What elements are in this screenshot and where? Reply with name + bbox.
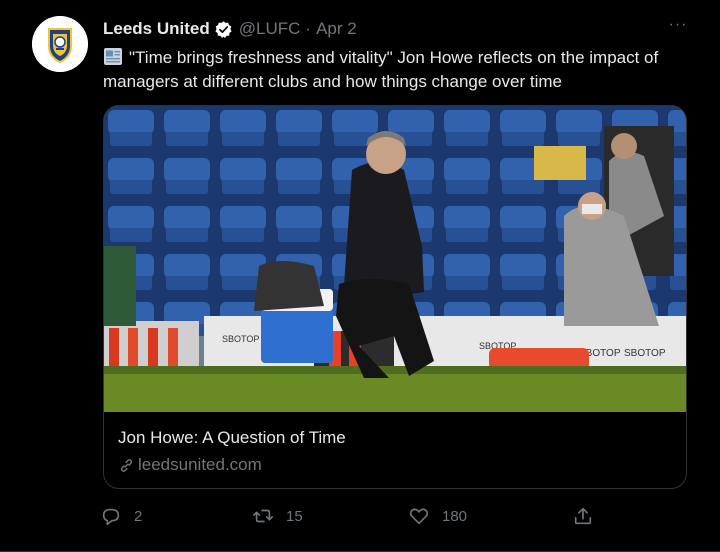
domain-text: leedsunited.com xyxy=(138,455,262,474)
card-image[interactable]: SBOTOP SBOTOP SBOTOP SBOTOP xyxy=(104,106,686,412)
retweet-icon xyxy=(253,509,273,523)
ad-banner: SBOTOP xyxy=(624,348,666,359)
avatar[interactable] xyxy=(32,16,88,72)
link-icon xyxy=(120,458,133,472)
card-domain[interactable]: leedsunited.com xyxy=(118,455,262,475)
timestamp[interactable]: Apr 2 xyxy=(316,19,357,39)
share-button[interactable] xyxy=(572,503,606,529)
stadium-photo: SBOTOP SBOTOP SBOTOP SBOTOP xyxy=(104,106,686,412)
link-card[interactable]: SBOTOP SBOTOP SBOTOP SBOTOP Jon Howe: A … xyxy=(103,105,687,489)
reply-icon xyxy=(102,508,120,526)
like-count: 180 xyxy=(442,507,468,525)
tweet-text: "Time brings freshness and vitality" Jon… xyxy=(103,46,693,94)
separator: · xyxy=(305,19,312,38)
display-name[interactable]: Leeds United xyxy=(103,19,210,39)
action-bar: 2 15 180 xyxy=(100,503,600,529)
reply-count: 2 xyxy=(134,507,143,525)
tweet-header: Leeds United @LUFC · Apr 2 xyxy=(103,18,357,40)
more-icon[interactable]: ··· xyxy=(664,16,692,40)
handle[interactable]: @LUFC xyxy=(239,19,301,39)
retweet-count: 15 xyxy=(286,507,303,525)
newspaper-icon xyxy=(104,48,122,65)
like-button[interactable]: 180 xyxy=(408,503,467,529)
verified-badge-icon xyxy=(215,20,232,38)
leeds-crest-icon xyxy=(32,16,88,72)
tweet-body: "Time brings freshness and vitality" Jon… xyxy=(103,48,659,91)
retweet-button[interactable]: 15 xyxy=(252,503,303,529)
tweet[interactable]: Leeds United @LUFC · Apr 2 ··· "Time bri… xyxy=(0,0,720,552)
share-icon xyxy=(574,507,592,525)
like-icon xyxy=(409,508,429,525)
ad-banner: SBOTOP xyxy=(222,334,259,344)
reply-button[interactable]: 2 xyxy=(100,503,142,529)
card-title[interactable]: Jon Howe: A Question of Time xyxy=(118,428,346,448)
